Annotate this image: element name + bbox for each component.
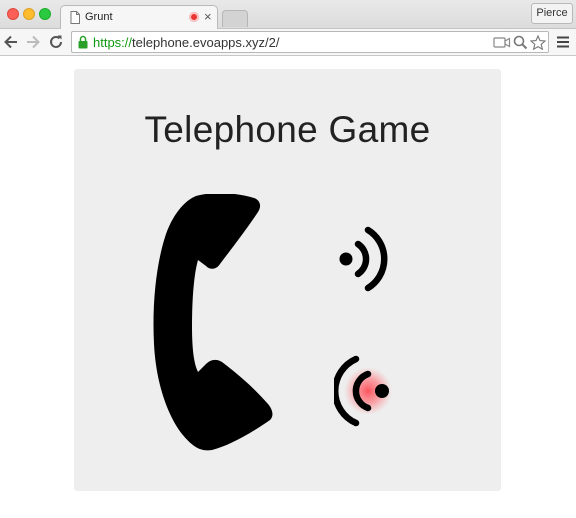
telephone-handset-icon <box>153 194 273 451</box>
url-scheme: https:// <box>93 35 133 50</box>
document-icon <box>70 11 80 24</box>
menu-icon[interactable] <box>556 35 570 49</box>
new-tab-button[interactable] <box>222 10 248 27</box>
search-icon[interactable] <box>513 35 528 50</box>
browser-tab[interactable]: Grunt × <box>60 5 218 30</box>
tab-close-icon[interactable]: × <box>204 9 212 25</box>
close-window-button[interactable] <box>7 8 19 20</box>
browser-toolbar: https://telephone.evoapps.xyz/2/ <box>0 29 576 56</box>
reload-icon[interactable] <box>47 32 65 52</box>
page-title: Telephone Game <box>144 109 431 150</box>
zoom-window-button[interactable] <box>39 8 51 20</box>
speaker-signal-icon <box>339 226 388 292</box>
bookmark-star-icon[interactable] <box>530 35 546 50</box>
recording-indicator-icon <box>189 12 199 22</box>
profile-button[interactable]: Pierce <box>531 3 573 24</box>
url-text: https://telephone.evoapps.xyz/2/ <box>93 35 279 50</box>
camera-icon[interactable] <box>493 35 511 50</box>
microphone-signal-icon <box>334 355 392 427</box>
game-card: Telephone Game <box>74 69 501 491</box>
address-bar[interactable]: https://telephone.evoapps.xyz/2/ <box>71 31 549 53</box>
tab-title: Grunt <box>85 11 113 23</box>
forward-arrow-icon[interactable] <box>24 32 42 52</box>
lock-icon <box>78 35 88 49</box>
minimize-window-button[interactable] <box>23 8 35 20</box>
url-path: telephone.evoapps.xyz/2/ <box>132 35 280 50</box>
browser-titlebar: Grunt × Pierce <box>0 0 576 30</box>
back-arrow-icon[interactable] <box>2 32 20 52</box>
